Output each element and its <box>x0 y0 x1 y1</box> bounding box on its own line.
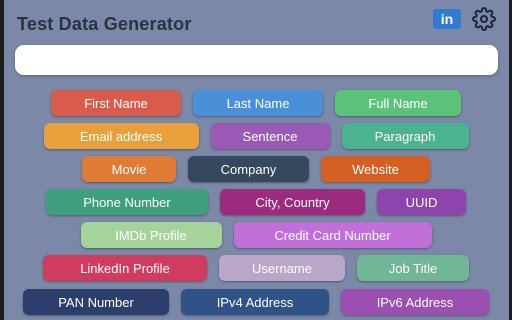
movie-button[interactable]: Movie <box>82 156 176 182</box>
linkedin-icon[interactable]: in <box>433 9 461 29</box>
button-row-3: Movie Company Website <box>0 156 512 182</box>
phone-number-button[interactable]: Phone Number <box>46 189 208 215</box>
sentence-button[interactable]: Sentence <box>210 123 330 149</box>
ipv6-address-button[interactable]: IPv6 Address <box>341 289 489 315</box>
gear-icon[interactable] <box>470 7 498 31</box>
button-row-4: Phone Number City, Country UUID <box>0 189 512 215</box>
button-row-5: IMDb Profile Credit Card Number <box>0 222 512 248</box>
button-row-2: Email address Sentence Paragraph <box>0 123 512 149</box>
paragraph-button[interactable]: Paragraph <box>341 123 469 149</box>
pan-number-button[interactable]: PAN Number <box>23 289 169 315</box>
full-name-button[interactable]: Full Name <box>335 90 461 116</box>
city-country-button[interactable]: City, Country <box>220 189 365 215</box>
button-row-7: PAN Number IPv4 Address IPv6 Address <box>0 289 512 315</box>
username-button[interactable]: Username <box>219 255 345 281</box>
job-title-button[interactable]: Job Title <box>357 255 469 281</box>
uuid-button[interactable]: UUID <box>377 189 466 215</box>
email-address-button[interactable]: Email address <box>43 123 199 149</box>
imdb-profile-button[interactable]: IMDb Profile <box>80 222 222 248</box>
company-button[interactable]: Company <box>188 156 309 182</box>
search-input[interactable] <box>15 45 498 75</box>
first-name-button[interactable]: First Name <box>51 90 181 116</box>
header-icons: in <box>433 7 498 31</box>
ipv4-address-button[interactable]: IPv4 Address <box>181 289 329 315</box>
app-title: Test Data Generator <box>17 14 192 34</box>
website-button[interactable]: Website <box>321 156 430 182</box>
credit-card-number-button[interactable]: Credit Card Number <box>233 222 432 248</box>
linkedin-profile-button[interactable]: LinkedIn Profile <box>43 255 207 281</box>
last-name-button[interactable]: Last Name <box>193 90 323 116</box>
button-row-6: LinkedIn Profile Username Job Title <box>0 255 512 281</box>
button-row-1: First Name Last Name Full Name <box>0 90 512 116</box>
